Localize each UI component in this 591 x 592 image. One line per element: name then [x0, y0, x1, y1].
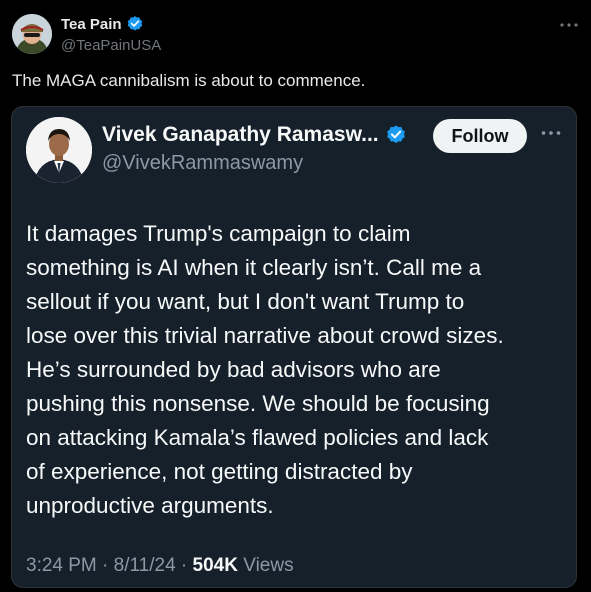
tweet-text-line: of experience, not getting distracted by: [26, 459, 413, 484]
author-name-row[interactable]: Tea Pain: [61, 15, 144, 33]
author-handle[interactable]: @TeaPainUSA: [61, 37, 161, 54]
tweet-text-line: It damages Trump's campaign to claim: [26, 221, 411, 246]
quoted-avatar[interactable]: [26, 117, 92, 183]
tweet-text-line: unproductive arguments.: [26, 493, 274, 518]
tweet-text-line: sellout if you want, but I don't want Tr…: [26, 289, 465, 314]
verified-badge-icon: [385, 124, 407, 146]
tweet-metadata: 3:24 PM · 8/11/24 · 504K Views: [26, 555, 294, 577]
tweet-text-line: on attacking Kamala’s flawed policies an…: [26, 425, 489, 450]
meta-separator: ·: [102, 555, 109, 576]
quoted-tweet-card[interactable]: Vivek Ganapathy Ramasw... @VivekRammaswa…: [11, 106, 577, 588]
views-count[interactable]: 504K: [193, 555, 238, 576]
more-horizontal-icon[interactable]: [539, 126, 563, 140]
meta-separator: ·: [180, 555, 188, 576]
views-label[interactable]: Views: [243, 555, 293, 576]
avatar[interactable]: [12, 14, 52, 54]
tweet-container: Tea Pain @TeaPainUSA The MAGA cannibalis…: [0, 0, 591, 592]
follow-button[interactable]: Follow: [433, 119, 527, 153]
author-display-name[interactable]: Tea Pain: [61, 16, 122, 33]
quoted-tweet-text: It damages Trump's campaign to claim som…: [26, 217, 566, 523]
tweet-text-line: pushing this nonsense. We should be focu…: [26, 391, 490, 416]
tweet-text-line: something is AI when it clearly isn’t. C…: [26, 255, 482, 280]
tweet-text: The MAGA cannibalism is about to commenc…: [12, 71, 366, 90]
quoted-author-display-name[interactable]: Vivek Ganapathy Ramasw...: [102, 123, 379, 147]
tweet-text-line: He’s surrounded by bad advisors who are: [26, 357, 441, 382]
verified-badge-icon: [126, 15, 144, 33]
tweet-date[interactable]: 8/11/24: [114, 555, 176, 576]
tweet-text-line: lose over this trivial narrative about c…: [26, 323, 504, 348]
more-horizontal-icon[interactable]: [558, 18, 580, 32]
tweet-time[interactable]: 3:24 PM: [26, 555, 97, 576]
quoted-author-name-row[interactable]: Vivek Ganapathy Ramasw...: [102, 123, 407, 147]
quoted-author-handle[interactable]: @VivekRammaswamy: [102, 152, 303, 175]
